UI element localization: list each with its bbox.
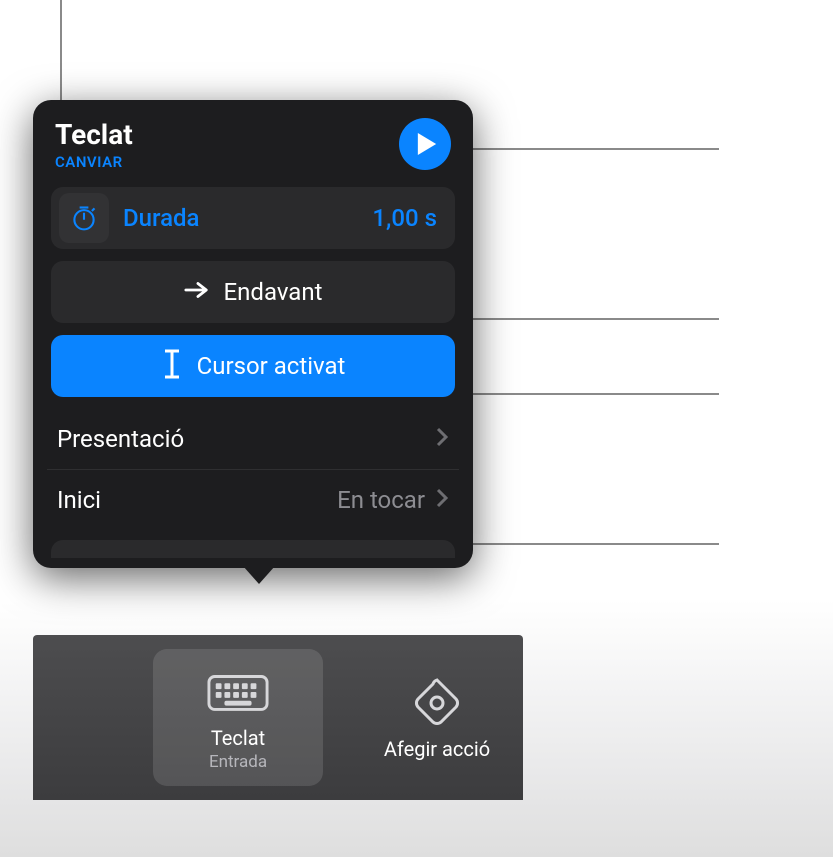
duration-row[interactable]: Durada 1,00 s	[51, 187, 455, 249]
duration-value: 1,00 s	[372, 204, 437, 232]
popover-title: Teclat	[55, 118, 133, 151]
toolbar-item-add-action[interactable]: Afegir acció	[367, 649, 507, 786]
popover-header-left: Teclat CANVIAR	[55, 118, 133, 171]
direction-row[interactable]: Endavant	[51, 261, 455, 323]
toolbar-item-keyboard[interactable]: Teclat Entrada	[153, 649, 323, 786]
cursor-row[interactable]: Cursor activat	[51, 335, 455, 397]
animation-popover: Teclat CANVIAR Durada 1,00 s	[33, 100, 473, 568]
start-row[interactable]: Inici En tocar	[51, 470, 455, 530]
direction-label: Endavant	[224, 278, 323, 306]
change-link[interactable]: CANVIAR	[55, 153, 133, 171]
action-toolbar: Teclat Entrada Afegir acció	[33, 635, 523, 800]
arrow-right-icon	[184, 280, 210, 304]
start-value: En tocar	[337, 486, 425, 514]
callout-line	[459, 148, 719, 150]
add-action-icon	[410, 675, 464, 731]
start-label: Inici	[57, 486, 101, 514]
timer-icon	[59, 193, 109, 243]
duration-label: Durada	[123, 204, 199, 232]
canvas: Teclat Entrada Afegir acció Teclat CANVI…	[0, 0, 833, 857]
callout-line	[459, 318, 719, 320]
toolbar-item-title: Teclat	[211, 726, 265, 750]
callout-line	[459, 543, 719, 545]
callout-line	[459, 393, 719, 395]
cursor-label: Cursor activat	[197, 352, 346, 380]
play-icon	[416, 131, 438, 157]
preview-play-button[interactable]	[399, 118, 451, 170]
toolbar-item-subtitle: Entrada	[209, 752, 267, 772]
presentation-label: Presentació	[57, 425, 184, 453]
next-row-peek	[51, 540, 455, 558]
cursor-icon	[161, 349, 183, 383]
chevron-right-icon	[435, 426, 449, 452]
duration-left: Durada	[69, 193, 199, 243]
keyboard-icon	[207, 664, 269, 720]
popover-header: Teclat CANVIAR	[51, 118, 455, 171]
presentation-row[interactable]: Presentació	[51, 409, 455, 469]
toolbar-item-title: Afegir acció	[384, 737, 490, 761]
chevron-right-icon	[435, 487, 449, 513]
